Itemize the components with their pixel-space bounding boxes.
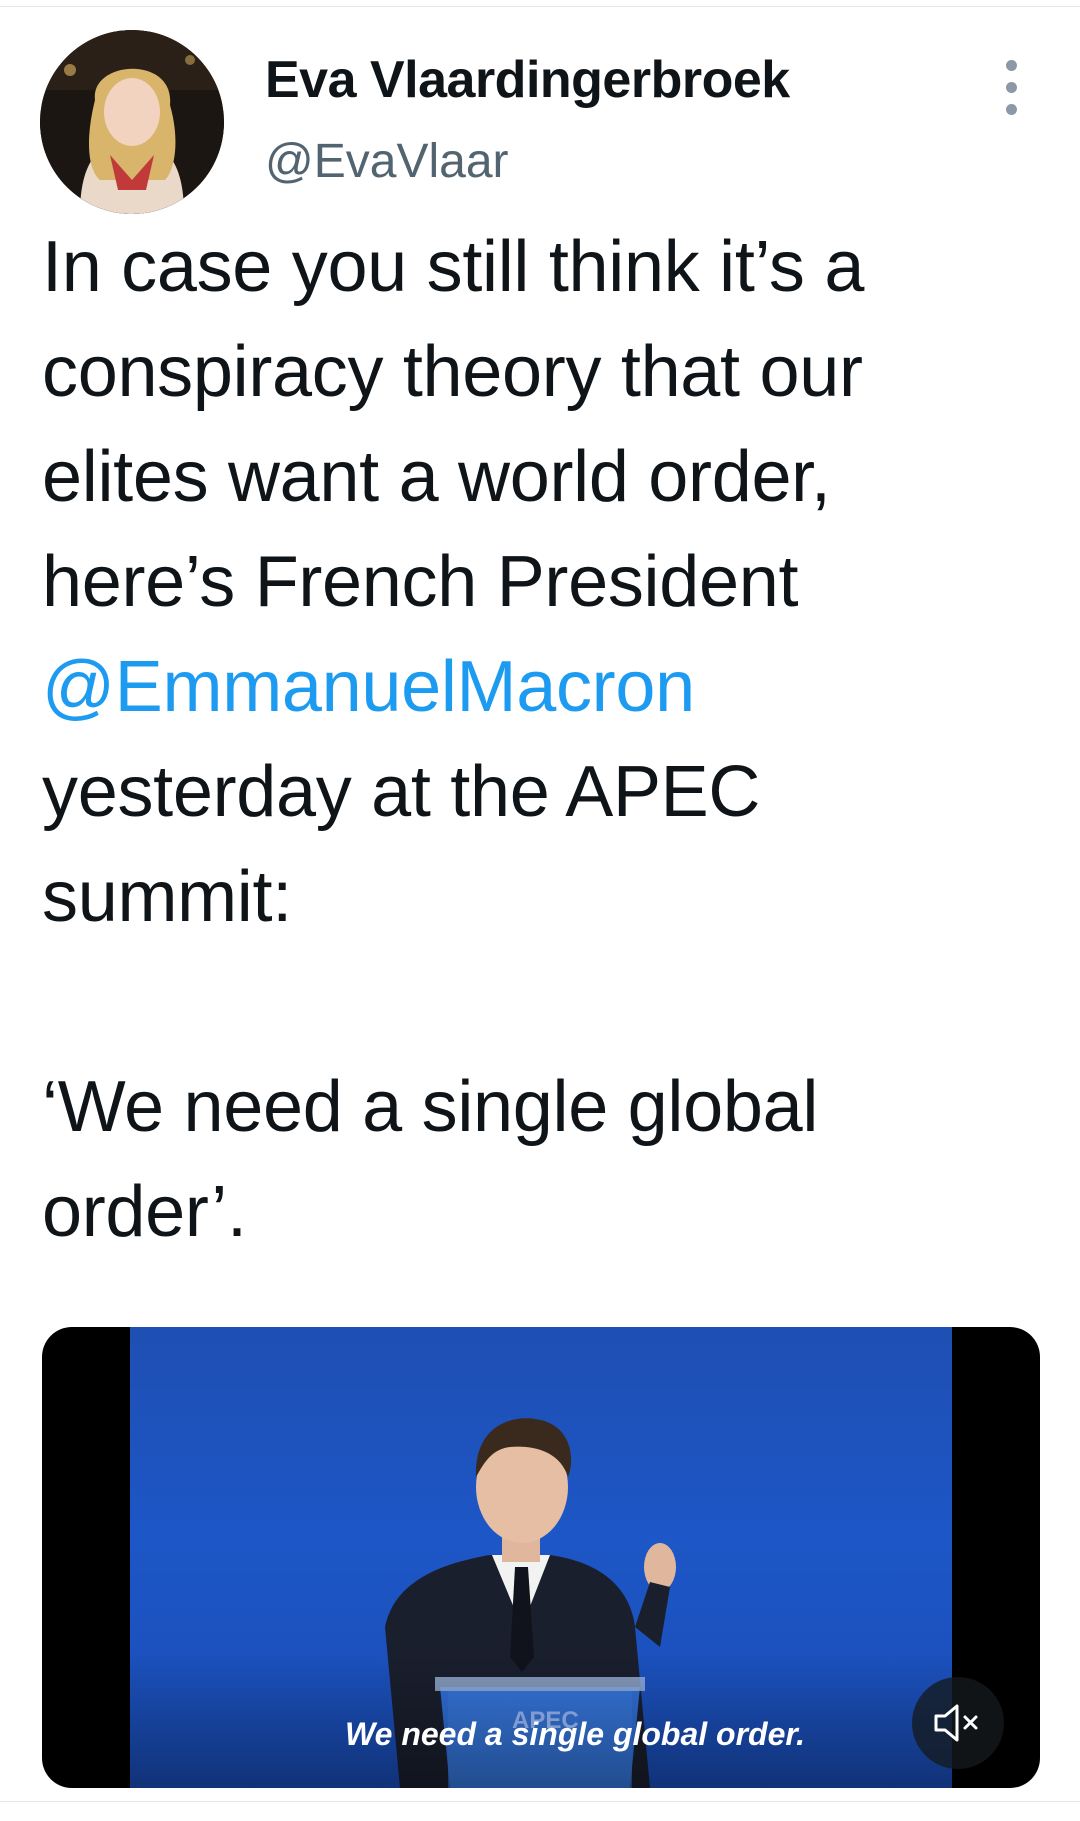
avatar-portrait	[40, 30, 224, 214]
mute-toggle-button[interactable]	[912, 1677, 1004, 1769]
author-name[interactable]: Eva Vlaardingerbroek	[265, 50, 790, 110]
tweet-text-line: here’s French President	[42, 542, 799, 622]
video-caption: We need a single global order.	[345, 1716, 805, 1752]
more-vertical-icon[interactable]	[1000, 60, 1024, 116]
quote-line: ‘We need a single global	[42, 1067, 819, 1147]
tweet-text-line: conspiracy theory that our	[42, 332, 863, 412]
tweet-text-line: summit:	[42, 857, 292, 937]
author-avatar[interactable]	[40, 30, 224, 214]
speaker-muted-icon	[934, 1704, 978, 1742]
top-divider	[0, 6, 1080, 7]
tweet-text-line: elites want a world order,	[42, 437, 831, 517]
tweet-text: In case you still think it’s a conspirac…	[42, 215, 1052, 1265]
bottom-divider	[0, 1801, 1080, 1802]
author-handle[interactable]: @EvaVlaar	[265, 134, 509, 189]
mention-link[interactable]: @EmmanuelMacron	[42, 635, 1052, 740]
tweet-text-line: In case you still think it’s a	[42, 227, 865, 307]
quote-line: order’.	[42, 1172, 247, 1252]
tweet-text-line: yesterday at the APEC	[42, 752, 761, 832]
video-player[interactable]: APEC We need a single global order.	[42, 1327, 1040, 1788]
